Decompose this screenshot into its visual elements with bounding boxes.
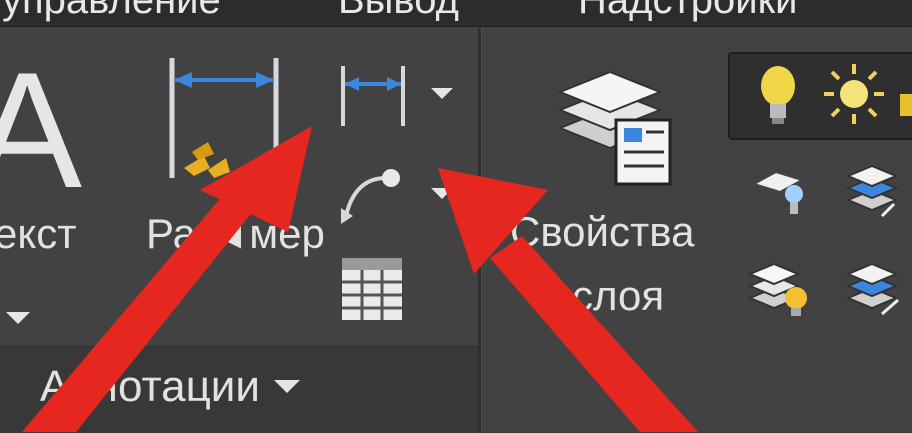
red-arrow-left [22, 126, 312, 432]
red-arrow-right [438, 168, 698, 432]
annotation-arrows-overlay [22, 126, 698, 432]
